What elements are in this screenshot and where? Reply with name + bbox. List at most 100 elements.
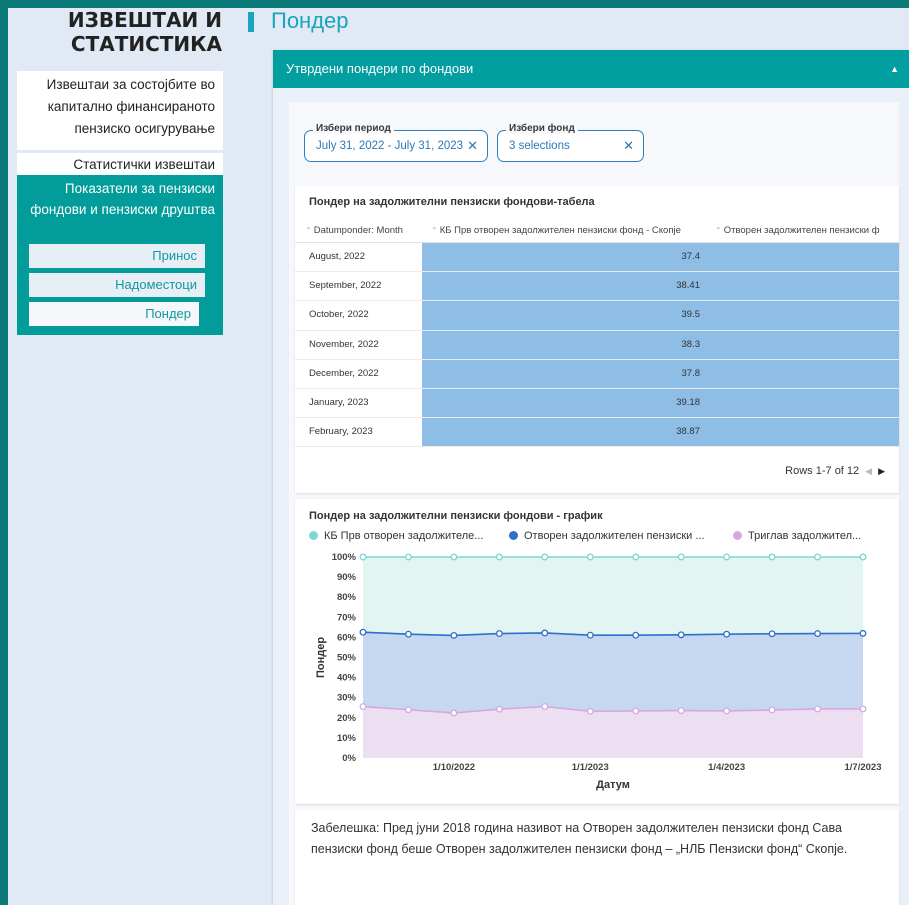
column-header-month[interactable]: ⌃ Datumponder: Month <box>305 220 403 242</box>
data-point <box>723 707 731 715</box>
data-point <box>405 553 412 561</box>
data-point <box>768 706 776 714</box>
data-point <box>359 553 367 561</box>
note-card: Забелешка: Пред јуни 2018 година називот… <box>295 810 899 905</box>
data-point <box>859 705 867 713</box>
data-point <box>859 553 867 561</box>
column-header-open-fund-label: Отворен задолжителен пензиски ф <box>723 225 880 236</box>
sort-icon: ⌃ <box>305 226 312 235</box>
ponder-chart-card: Пондер на задолжителни пензиски фондови … <box>295 499 899 804</box>
data-point <box>723 630 731 638</box>
table-cell-month: August, 2022 <box>309 251 365 262</box>
sidebar-item-statistics[interactable]: Статистички извештаи <box>17 153 223 177</box>
sidebar-title-line1: ИЗВЕШТАИ И <box>67 8 222 32</box>
y-tick-label: 70% <box>337 612 357 623</box>
sidebar-item-reports[interactable]: Извештаи за состојбите во капитално фина… <box>17 71 223 150</box>
sort-icon: ⌃ <box>431 226 438 235</box>
sidebar: ИЗВЕШТАИ И СТАТИСТИКА Извештаи за состој… <box>8 8 230 905</box>
panel-header[interactable]: Утврдени пондери по фондови ▲ <box>273 50 909 88</box>
pager-label: Rows 1-7 of 12 <box>785 465 860 477</box>
table-row: September, 2022 38.41 <box>295 272 899 302</box>
sidebar-item-statistics-label: Статистички извештаи <box>73 157 215 172</box>
table-cell-value: 38.87 <box>422 418 899 447</box>
y-tick-label: 20% <box>337 713 357 724</box>
y-tick-label: 90% <box>337 572 357 583</box>
period-filter-value[interactable]: July 31, 2022 - July 31, 2023 <box>316 140 463 152</box>
collapse-caret-icon[interactable]: ▲ <box>890 50 899 88</box>
sidebar-subitem-returns[interactable]: Принос <box>29 244 205 268</box>
data-point <box>677 631 685 639</box>
panel-header-label: Утврдени пондери по фондови <box>286 61 474 76</box>
data-point <box>541 629 549 637</box>
data-point <box>405 630 412 638</box>
table-cell-value: 38.3 <box>422 330 899 359</box>
sidebar-item-reports-label: Извештаи за состојбите во капитално фина… <box>46 77 215 136</box>
x-tick-label: 1/1/2023 <box>572 762 609 773</box>
table-cell-month: October, 2022 <box>309 309 369 321</box>
column-header-open-fund[interactable]: ⌃ Отворен задолжителен пензиски ф <box>715 220 880 242</box>
fund-filter[interactable]: Избери фонд 3 selections ✕ <box>497 123 644 162</box>
clear-fund-icon[interactable]: ✕ <box>623 138 634 154</box>
data-point <box>450 553 458 561</box>
table-cell-value: 38.41 <box>422 272 899 301</box>
column-header-month-label: Datumponder: Month <box>313 225 403 236</box>
period-filter[interactable]: Избери период July 31, 2022 - July 31, 2… <box>304 123 488 162</box>
ponder-panel: Утврдени пондери по фондови ▲ Избери пер… <box>273 50 909 905</box>
sidebar-subitem-ponder[interactable]: Пондер <box>29 302 199 326</box>
y-tick-label: 100% <box>332 552 357 563</box>
column-header-kb-fund[interactable]: ⌃ КБ Прв отворен задолжителен пензиски фо… <box>431 220 681 242</box>
y-tick-label: 60% <box>337 632 357 643</box>
data-point <box>814 553 821 561</box>
table-row: November, 2022 38.3 <box>295 330 899 360</box>
y-tick-label: 30% <box>337 693 357 704</box>
ponder-table-card: Пондер на задолжителни пензиски фондови-… <box>295 186 899 493</box>
next-page-icon[interactable]: ▶ <box>878 466 885 476</box>
page-title: Пондер <box>271 8 349 33</box>
data-point <box>859 629 867 637</box>
data-point <box>586 553 594 561</box>
table-cell-value: 37.4 <box>422 243 899 272</box>
sidebar-title: ИЗВЕШТАИ И СТАТИСТИКА <box>8 8 222 56</box>
x-axis-label: Датум <box>596 779 630 791</box>
sidebar-subitem-fees[interactable]: Надоместоци <box>29 273 205 297</box>
data-point <box>541 703 549 710</box>
data-point <box>632 631 640 639</box>
data-point <box>814 630 821 638</box>
table-cell-value: 37.8 <box>422 359 899 388</box>
data-point <box>495 553 503 561</box>
table-body: August, 2022 37.4 September, 2022 38.41 Octo… <box>295 243 899 448</box>
page-title-accent <box>248 12 254 32</box>
data-point <box>768 553 776 561</box>
data-point <box>814 705 821 713</box>
x-tick-label: 1/4/2023 <box>708 762 745 773</box>
ponder-area-chart: 0% 10% 20% 30% 40% 50% 60% 70% 80% 90% 100% 1/10/20… <box>315 552 881 791</box>
sidebar-title-line2: СТАТИСТИКА <box>70 32 222 56</box>
data-point <box>586 707 594 715</box>
sidebar-item-indicators-label: Показатели за пензиски фондови и пензиск… <box>30 181 215 217</box>
table-cell-month: January, 2023 <box>309 396 369 408</box>
dashboard-area: Избери период July 31, 2022 - July 31, 2… <box>289 102 899 905</box>
data-point <box>677 707 685 715</box>
data-point <box>495 705 503 713</box>
prev-page-icon[interactable]: ◀ <box>865 466 872 476</box>
table-cell-month: November, 2022 <box>309 338 379 350</box>
y-tick-label: 50% <box>337 653 357 664</box>
table-row: December, 2022 37.8 <box>295 359 899 389</box>
y-tick-label: 40% <box>337 673 357 684</box>
clear-period-icon[interactable]: ✕ <box>467 138 478 154</box>
data-point <box>450 631 458 639</box>
page-frame: ИЗВЕШТАИ И СТАТИСТИКА Извештаи за состој… <box>8 8 909 905</box>
table-cell-value: 39.5 <box>422 301 899 330</box>
fund-filter-value[interactable]: 3 selections <box>509 140 570 152</box>
y-tick-label: 0% <box>342 753 356 764</box>
fund-filter-label: Избери фонд <box>506 123 578 134</box>
table-title: Пондер на задолжителни пензиски фондови-… <box>309 196 595 208</box>
data-point <box>359 703 367 710</box>
x-tick-label: 1/10/2022 <box>433 762 475 773</box>
y-axis-label: Пондер <box>315 637 327 678</box>
data-point <box>632 553 640 561</box>
table-cell-month: February, 2023 <box>309 426 373 438</box>
data-point <box>359 628 367 636</box>
table-cell-month: December, 2022 <box>309 367 379 379</box>
data-point <box>768 630 776 638</box>
